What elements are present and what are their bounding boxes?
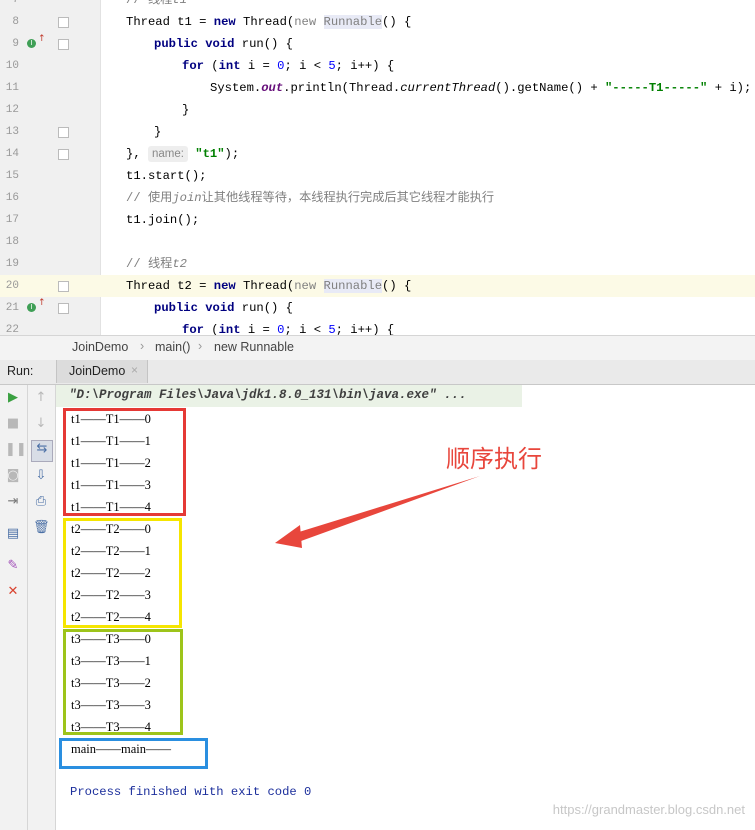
- watermark: https://grandmaster.blog.csdn.net: [552, 802, 745, 817]
- annotation-label: 顺序执行: [446, 445, 542, 473]
- annotation-arrow: [275, 476, 480, 548]
